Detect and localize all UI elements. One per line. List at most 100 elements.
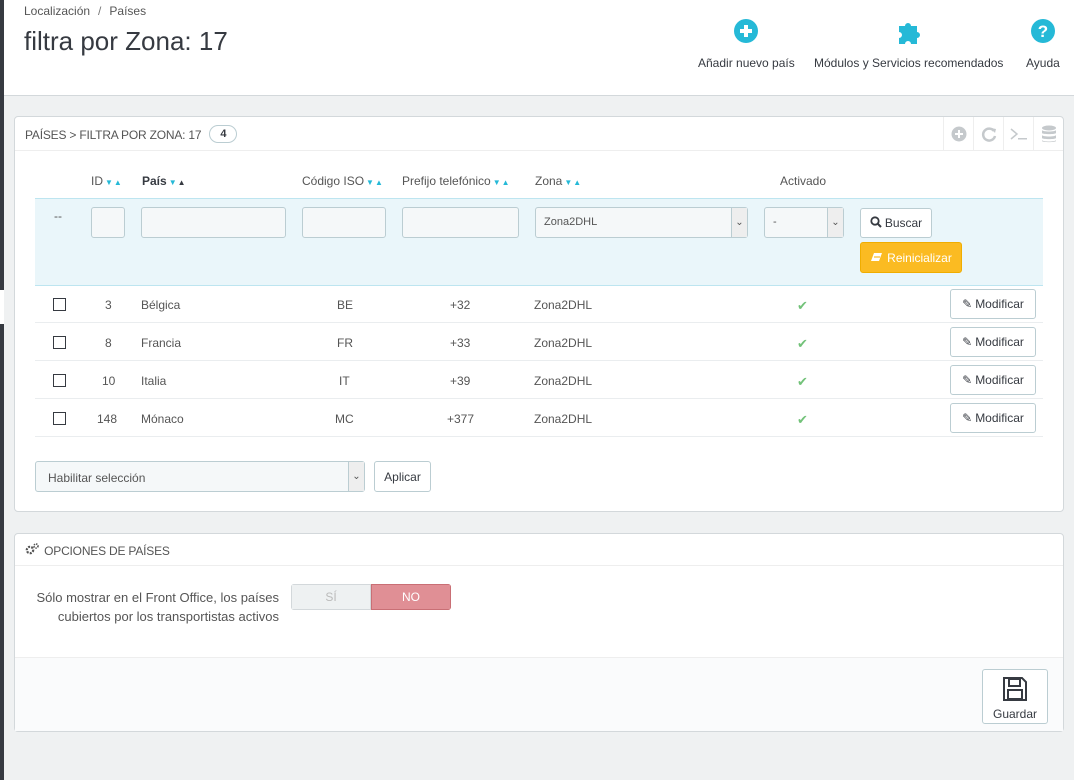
edit-button-label: Modificar xyxy=(975,373,1024,387)
row-prefix: +377 xyxy=(447,412,475,426)
cogs-icon xyxy=(25,543,42,558)
pencil-icon: ✎ xyxy=(962,411,973,425)
row-iso: FR xyxy=(337,336,353,350)
list-panel-title: PAÍSES > FILTRA POR ZONA: 17 4 xyxy=(25,125,238,145)
column-prefix: Prefijo telefónico ▼▲ xyxy=(402,174,511,188)
column-iso: Código ISO ▼▲ xyxy=(302,174,384,188)
add-new-icon[interactable] xyxy=(943,117,973,151)
front-office-option-label: Sólo mostrar en el Front Office, los paí… xyxy=(36,590,279,624)
page-title: filtra por Zona: 17 xyxy=(24,26,228,56)
breadcrumb: Localización / Países xyxy=(24,4,146,18)
pencil-icon: ✎ xyxy=(962,373,973,387)
edit-button-label: Modificar xyxy=(975,297,1024,311)
table-row: 3 Bélgica BE +32 Zona2DHL ✔ ✎ Modificar xyxy=(35,285,1043,323)
filter-zone-select[interactable]: Zona2DHL ⌄ xyxy=(535,207,748,238)
eraser-icon xyxy=(870,251,883,265)
options-panel-title: OPCIONES DE PAÍSES xyxy=(25,543,170,558)
svg-text:?: ? xyxy=(1038,22,1048,41)
help-icon: ? xyxy=(1026,18,1060,48)
row-checkbox[interactable] xyxy=(53,336,66,349)
floppy-disk-icon xyxy=(1002,676,1028,705)
edit-button[interactable]: ✎ Modificar xyxy=(950,327,1036,357)
active-check-icon[interactable]: ✔ xyxy=(797,374,808,390)
column-active: Activado xyxy=(780,174,827,188)
save-button[interactable]: Guardar xyxy=(982,669,1048,724)
database-export-icon[interactable] xyxy=(1033,117,1063,151)
bulk-action-select[interactable]: Habilitar selección ⌄ xyxy=(35,461,365,492)
list-count-badge: 4 xyxy=(209,125,238,143)
filter-dash: -- xyxy=(54,209,62,223)
breadcrumb-paises[interactable]: Países xyxy=(109,4,146,18)
column-country: País ▼▲ xyxy=(142,174,187,188)
row-id: 3 xyxy=(105,298,112,312)
active-check-icon[interactable]: ✔ xyxy=(797,298,808,314)
filter-active-value: - xyxy=(773,216,777,228)
row-iso: IT xyxy=(339,374,350,388)
sort-arrows-icon[interactable]: ▼▲ xyxy=(169,178,187,187)
row-checkbox[interactable] xyxy=(53,374,66,387)
edit-button-label: Modificar xyxy=(975,335,1024,349)
search-button[interactable]: Buscar xyxy=(860,208,932,238)
row-zone: Zona2DHL xyxy=(534,412,593,426)
row-country: Italia xyxy=(141,374,167,388)
list-tools xyxy=(943,117,1063,151)
edit-button[interactable]: ✎ Modificar xyxy=(950,365,1036,395)
column-zone: Zona ▼▲ xyxy=(535,174,583,188)
breadcrumb-separator: / xyxy=(98,4,102,18)
front-office-toggle[interactable]: SÍ NO xyxy=(291,584,451,610)
toggle-no[interactable]: NO xyxy=(371,584,451,610)
pencil-icon: ✎ xyxy=(962,335,973,349)
edit-button[interactable]: ✎ Modificar xyxy=(950,289,1036,319)
row-zone: Zona2DHL xyxy=(534,374,593,388)
search-icon xyxy=(870,215,882,231)
countries-list-panel: PAÍSES > FILTRA POR ZONA: 17 4 ID ▼▲ País ▼… xyxy=(14,116,1064,512)
row-zone: Zona2DHL xyxy=(534,298,593,312)
row-id: 148 xyxy=(97,412,118,426)
breadcrumb-localizacion[interactable]: Localización xyxy=(24,4,90,18)
row-id: 8 xyxy=(105,336,112,350)
add-country-label: Añadir nuevo país xyxy=(698,56,795,70)
sort-arrows-icon[interactable]: ▼▲ xyxy=(564,178,582,187)
bulk-action-value: Habilitar selección xyxy=(48,471,146,485)
options-title: OPCIONES DE PAÍSES xyxy=(44,544,170,558)
row-country: Francia xyxy=(141,336,182,350)
row-iso: BE xyxy=(337,298,354,312)
table-row: 148 Mónaco MC +377 Zona2DHL ✔ ✎ Modifica… xyxy=(35,399,1043,437)
table-row: 8 Francia FR +33 Zona2DHL ✔ ✎ Modificar xyxy=(35,323,1043,361)
puzzle-icon xyxy=(814,18,1003,48)
row-prefix: +33 xyxy=(450,336,471,350)
filter-iso-input[interactable] xyxy=(302,207,386,238)
help-button[interactable]: ? Ayuda xyxy=(1026,18,1060,70)
sort-arrows-icon[interactable]: ▼▲ xyxy=(493,178,511,187)
reset-button-label: Reinicializar xyxy=(887,250,952,265)
list-panel-heading: PAÍSES > FILTRA POR ZONA: 17 4 xyxy=(15,117,1063,151)
help-label: Ayuda xyxy=(1026,56,1060,70)
edit-button-label: Modificar xyxy=(975,411,1024,425)
sort-arrows-icon[interactable]: ▼▲ xyxy=(105,178,123,187)
row-prefix: +32 xyxy=(450,298,471,312)
sort-arrows-icon[interactable]: ▼▲ xyxy=(366,178,384,187)
row-checkbox[interactable] xyxy=(53,412,66,425)
row-zone: Zona2DHL xyxy=(534,336,593,350)
row-country: Mónaco xyxy=(141,412,184,426)
filter-id-input[interactable] xyxy=(91,207,125,238)
recommended-modules-button[interactable]: Módulos y Servicios recomendados xyxy=(814,18,1003,70)
reset-button[interactable]: Reinicializar xyxy=(860,242,962,273)
filter-country-input[interactable] xyxy=(141,207,286,238)
toggle-yes[interactable]: SÍ xyxy=(291,584,371,610)
row-checkbox[interactable] xyxy=(53,298,66,311)
admin-sidebar-edge xyxy=(0,0,4,780)
row-prefix: +39 xyxy=(450,374,471,388)
active-check-icon[interactable]: ✔ xyxy=(797,336,808,352)
filter-active-select[interactable]: - ⌄ xyxy=(764,207,844,238)
refresh-icon[interactable] xyxy=(973,117,1003,151)
sidebar-notch xyxy=(0,290,4,324)
apply-button[interactable]: Aplicar xyxy=(374,461,431,492)
edit-button[interactable]: ✎ Modificar xyxy=(950,403,1036,433)
row-country: Bélgica xyxy=(141,298,181,312)
add-country-button[interactable]: Añadir nuevo país xyxy=(698,18,795,70)
active-check-icon[interactable]: ✔ xyxy=(797,412,808,428)
sql-terminal-icon[interactable] xyxy=(1003,117,1033,151)
pencil-icon: ✎ xyxy=(962,297,973,311)
filter-prefix-input[interactable] xyxy=(402,207,519,238)
